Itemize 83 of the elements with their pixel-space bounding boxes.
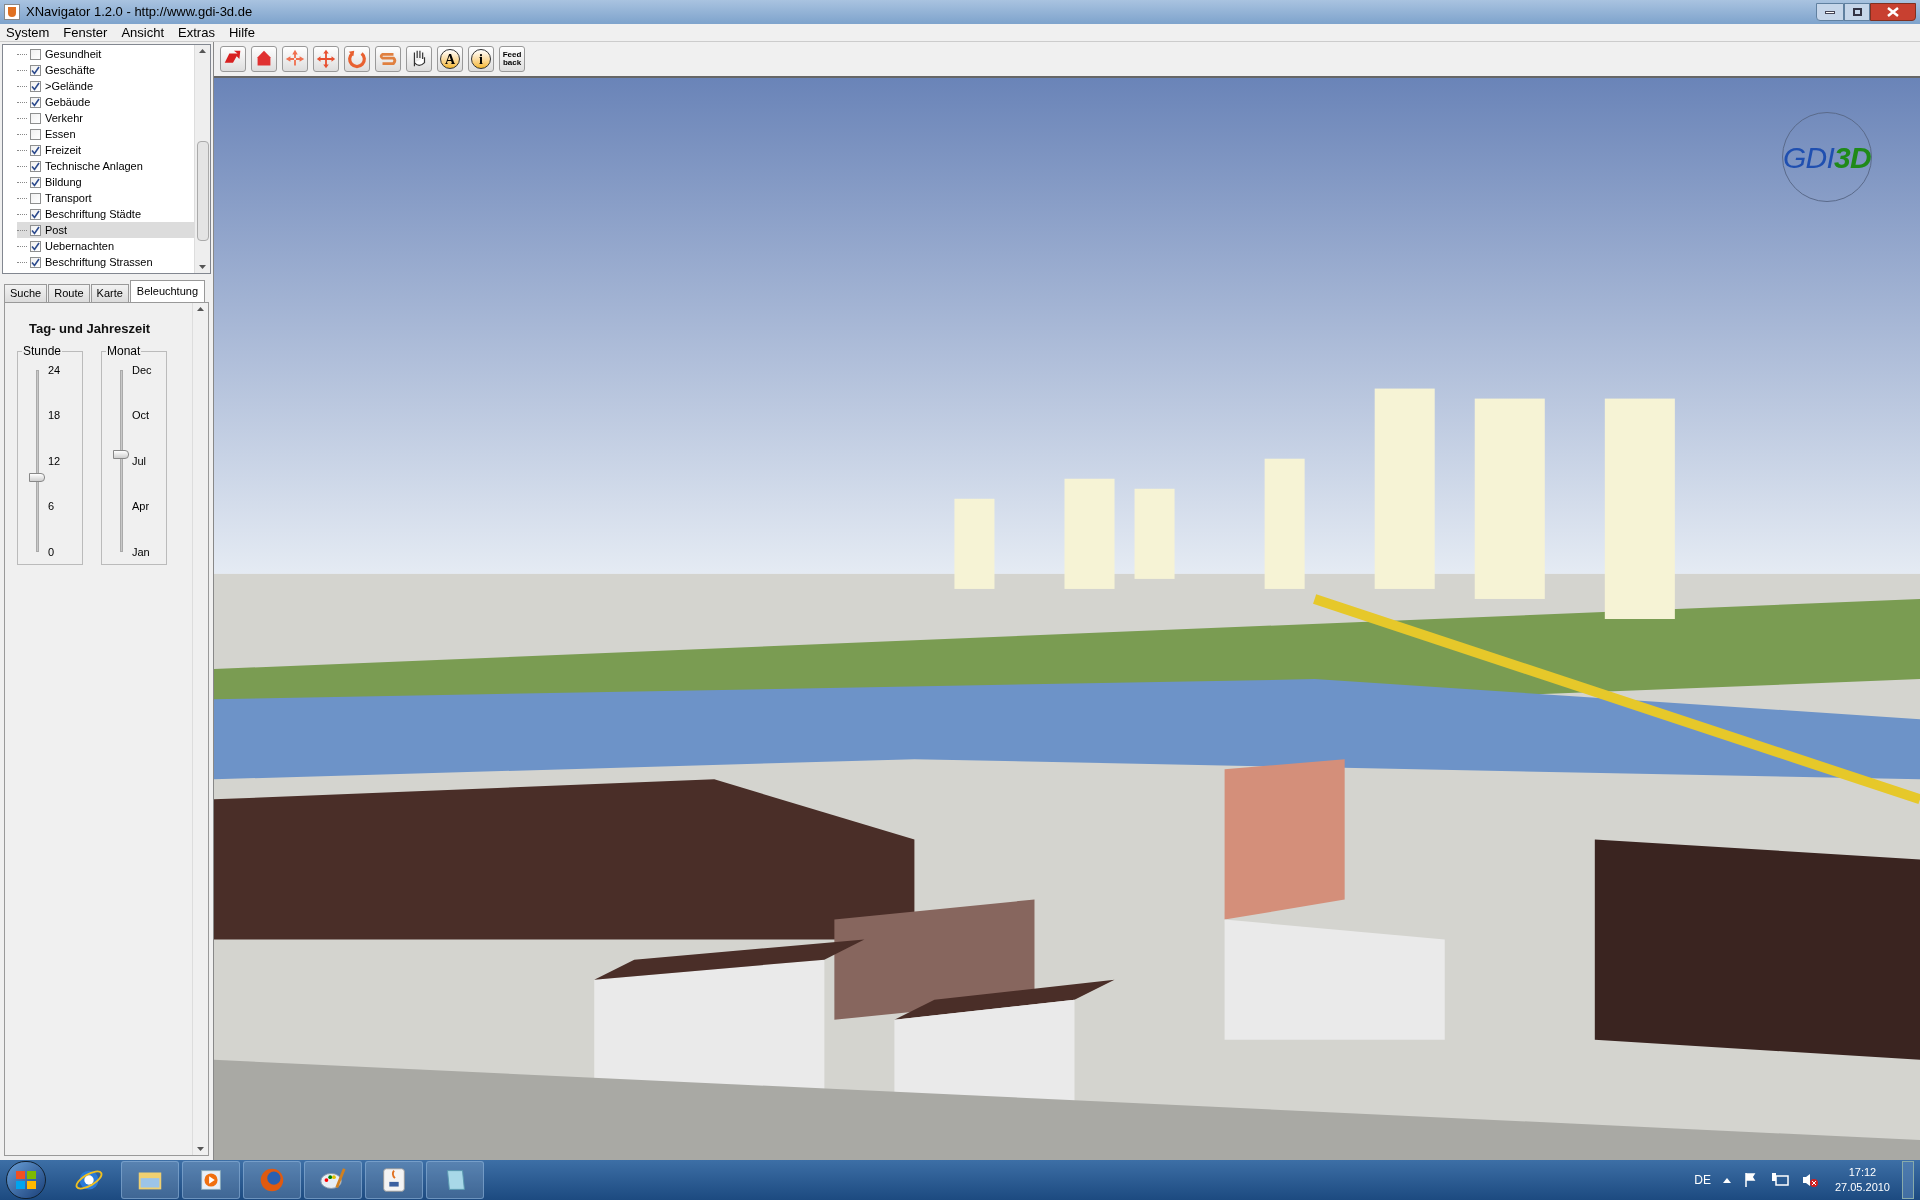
clock-time[interactable]: 17:12 xyxy=(1848,1165,1877,1180)
scroll-down-icon[interactable] xyxy=(197,1147,204,1151)
scrollbar[interactable] xyxy=(194,45,210,273)
checkbox[interactable] xyxy=(30,176,41,188)
windows-logo-icon xyxy=(16,1171,36,1189)
checkbox[interactable] xyxy=(30,48,41,60)
taskbar-app-button[interactable] xyxy=(304,1161,362,1199)
taskbar-app-button[interactable] xyxy=(426,1161,484,1199)
selected-tree-item[interactable]: Post xyxy=(17,222,194,238)
tab[interactable]: Beleuchtung xyxy=(129,280,206,302)
tick-label: 6 xyxy=(48,500,56,512)
menu-item[interactable]: Hilfe xyxy=(228,22,255,43)
scroll-up-icon[interactable] xyxy=(197,307,204,311)
layer-label: Freizeit xyxy=(45,142,82,158)
language-indicator[interactable]: DE xyxy=(1694,1171,1711,1189)
checkbox[interactable] xyxy=(30,96,41,108)
label-button[interactable]: A xyxy=(437,46,463,72)
layer-label: Bildung xyxy=(45,174,82,190)
feedback-button[interactable]: Feed back xyxy=(499,46,525,72)
muted-speaker-icon[interactable] xyxy=(1800,1172,1819,1188)
menu-item[interactable]: Extras xyxy=(178,22,215,43)
checkbox[interactable] xyxy=(30,80,41,92)
layer-label: Gesundheit xyxy=(45,46,102,62)
network-icon[interactable] xyxy=(1770,1172,1789,1188)
layer-label: Verkehr xyxy=(45,110,83,126)
layer-label: Post xyxy=(45,222,67,238)
checkbox[interactable] xyxy=(30,256,41,268)
layer-label: Essen xyxy=(45,126,76,142)
close-icon xyxy=(1887,7,1899,17)
taskbar-app-button[interactable] xyxy=(121,1161,179,1199)
close-button[interactable] xyxy=(1870,3,1916,21)
checkbox[interactable] xyxy=(30,240,41,252)
layer-label: Beschriftung Strassen xyxy=(45,254,153,270)
checkbox[interactable] xyxy=(30,192,41,204)
maximize-button[interactable] xyxy=(1844,3,1870,21)
checkbox[interactable] xyxy=(30,112,41,124)
minimize-button[interactable] xyxy=(1816,3,1844,21)
slider-thumb[interactable] xyxy=(113,449,129,459)
layer-label: Uebernachten xyxy=(45,238,115,254)
tab[interactable]: Karte xyxy=(90,284,129,302)
checkbox[interactable] xyxy=(30,64,41,76)
checkbox[interactable] xyxy=(30,208,41,220)
taskbar-app-button[interactable] xyxy=(182,1161,240,1199)
scroll-up-icon[interactable] xyxy=(199,49,206,53)
tick-label: Jul xyxy=(132,454,148,467)
tab[interactable]: Suche xyxy=(4,284,48,302)
slider-label: Monat xyxy=(106,343,142,358)
tick-label: Dec xyxy=(132,363,152,376)
menu-item[interactable]: System xyxy=(6,22,50,43)
slider-label: Stunde xyxy=(22,343,63,358)
layer-label: Beschriftung Städte xyxy=(45,206,141,222)
tab[interactable]: Route xyxy=(48,284,90,302)
layer-label: >Gelände xyxy=(45,78,93,94)
rotate-icon xyxy=(346,48,368,70)
section-heading: Tag- und Jahreszeit xyxy=(29,320,152,338)
checkbox[interactable] xyxy=(30,144,41,156)
checkbox[interactable] xyxy=(30,224,41,236)
clock-date[interactable]: 27.05.2010 xyxy=(1834,1180,1890,1195)
tick-label: 18 xyxy=(48,409,61,421)
menu-item[interactable]: Fenster xyxy=(63,22,108,43)
move-icon xyxy=(315,48,337,70)
taskbar-app-button[interactable] xyxy=(365,1161,423,1199)
show-hidden-icons-button[interactable] xyxy=(1722,1177,1731,1183)
window-title: XNavigator 1.2.0 - http://www.gdi-3d.de xyxy=(26,3,253,22)
tick-label: Jan xyxy=(132,545,151,558)
layer-label: Geschäfte xyxy=(45,62,96,78)
checkbox[interactable] xyxy=(30,128,41,140)
menu-item[interactable]: Ansicht xyxy=(121,22,165,43)
layer-label: Gebäude xyxy=(45,94,91,110)
layer-label: Transport xyxy=(45,190,92,206)
start-button[interactable] xyxy=(6,1161,46,1199)
tick-label: 24 xyxy=(48,363,61,376)
tick-label: 12 xyxy=(48,454,61,467)
tool-button[interactable] xyxy=(406,46,432,72)
tick-label: Oct xyxy=(132,409,151,421)
info-button[interactable]: i xyxy=(468,46,494,72)
slider-thumb[interactable] xyxy=(29,472,45,482)
tick-label: 0 xyxy=(48,545,56,558)
java-app-icon xyxy=(4,4,20,20)
scroll-down-icon[interactable] xyxy=(199,265,206,269)
tick-label: Apr xyxy=(132,500,151,512)
checkbox[interactable] xyxy=(30,160,41,172)
layer-label: Technische Anlagen xyxy=(45,158,143,174)
